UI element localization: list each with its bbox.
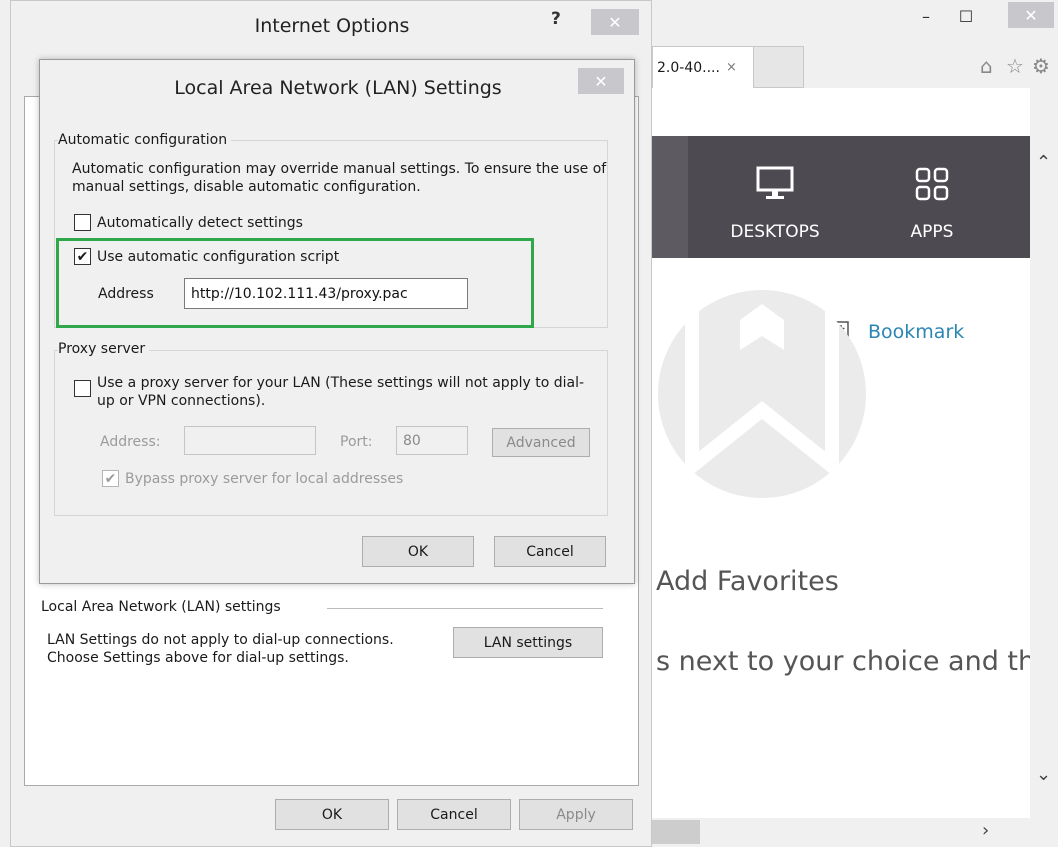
nav-desktops[interactable]: DESKTOPS [710, 166, 840, 242]
scroll-thumb[interactable] [652, 820, 700, 844]
bookmark-button[interactable]: Bookmark [832, 320, 964, 344]
proxy-server-title: Proxy server [58, 341, 150, 357]
horizontal-scrollbar[interactable]: › [652, 818, 1030, 847]
gear-icon[interactable]: ⚙ [1032, 54, 1050, 78]
nav-desktops-label: DESKTOPS [730, 222, 820, 242]
use-proxy-checkbox[interactable]: Use a proxy server for your LAN (These s… [74, 374, 587, 410]
favorites-illustration [658, 290, 866, 498]
lan-cancel-button[interactable]: Cancel [494, 536, 606, 567]
ok-button[interactable]: OK [275, 799, 389, 830]
browser-close-button[interactable]: ✕ [1008, 2, 1054, 28]
group-divider [327, 608, 603, 609]
lan-settings-button[interactable]: LAN settings [453, 627, 603, 658]
scroll-up-icon[interactable]: ⌃ [1036, 152, 1051, 173]
port-input[interactable] [396, 426, 468, 455]
tab-close-icon[interactable]: × [726, 60, 737, 75]
use-proxy-label: Use a proxy server for your LAN (These s… [97, 375, 585, 409]
auto-config-description: Automatic configuration may override man… [72, 161, 607, 195]
lan-description: LAN Settings do not apply to dial-up con… [47, 632, 394, 666]
lan-dialog-title: Local Area Network (LAN) Settings [174, 77, 502, 99]
close-button[interactable]: ✕ [591, 9, 639, 35]
internet-options-dialog: Internet Options ? ✕ Local Area Network … [10, 0, 652, 847]
browser-window: – ☐ ✕ 2.0-40.... × ⌂ ☆ ⚙ DESKTOPS APPS B… [642, 0, 1058, 847]
new-tab-button[interactable] [754, 46, 804, 88]
minimize-button[interactable]: – [908, 4, 944, 28]
grid-icon [915, 167, 949, 201]
browser-tab[interactable]: 2.0-40.... × [652, 46, 754, 88]
lan-settings-dialog: Local Area Network (LAN) Settings ✕ Auto… [39, 59, 635, 584]
home-icon[interactable]: ⌂ [980, 54, 993, 78]
port-label: Port: [340, 434, 373, 450]
bypass-local-checkbox[interactable]: ✔ Bypass proxy server for local addresse… [102, 470, 403, 487]
maximize-button[interactable]: ☐ [948, 4, 984, 28]
bookmark-ribbon-icon [685, 290, 839, 481]
star-icon[interactable]: ☆ [1006, 54, 1024, 78]
checkmark-icon[interactable]: ✔ [102, 470, 119, 487]
bookmark-label: Bookmark [868, 321, 965, 343]
auto-detect-label: Automatically detect settings [97, 214, 303, 231]
highlight-box [56, 238, 534, 328]
advanced-button[interactable]: Advanced [492, 428, 590, 457]
proxy-address-input[interactable] [184, 426, 316, 455]
bypass-label: Bypass proxy server for local addresses [125, 470, 404, 487]
help-button[interactable]: ? [551, 9, 561, 29]
scroll-down-icon[interactable]: ⌄ [1036, 764, 1051, 785]
scroll-right-icon[interactable]: › [982, 820, 989, 841]
web-page: DESKTOPS APPS Bookmark Add Favorites s n… [652, 88, 1052, 818]
apply-button[interactable]: Apply [519, 799, 633, 830]
lan-group-title: Local Area Network (LAN) settings [41, 599, 281, 615]
nav-left-block [652, 136, 688, 258]
tab-label: 2.0-40.... [657, 59, 720, 76]
browser-titlebar [642, 0, 1058, 42]
auto-detect-checkbox[interactable]: Automatically detect settings [74, 214, 303, 231]
lan-ok-button[interactable]: OK [362, 536, 474, 567]
checkbox-box[interactable] [74, 214, 91, 231]
lan-close-button[interactable]: ✕ [578, 68, 624, 94]
cancel-button[interactable]: Cancel [397, 799, 511, 830]
monitor-icon [756, 166, 794, 199]
vertical-scrollbar[interactable]: ⌃ ⌄ [1030, 136, 1058, 818]
site-nav-bar: DESKTOPS APPS [652, 136, 1030, 258]
nav-apps[interactable]: APPS [892, 166, 972, 242]
auto-config-title: Automatic configuration [58, 132, 232, 148]
favorites-hint-text: s next to your choice and the [656, 646, 1052, 677]
checkbox-box[interactable] [74, 380, 91, 397]
nav-apps-label: APPS [910, 222, 954, 242]
add-favorites-heading: Add Favorites [656, 566, 839, 597]
proxy-address-label: Address: [100, 434, 161, 450]
